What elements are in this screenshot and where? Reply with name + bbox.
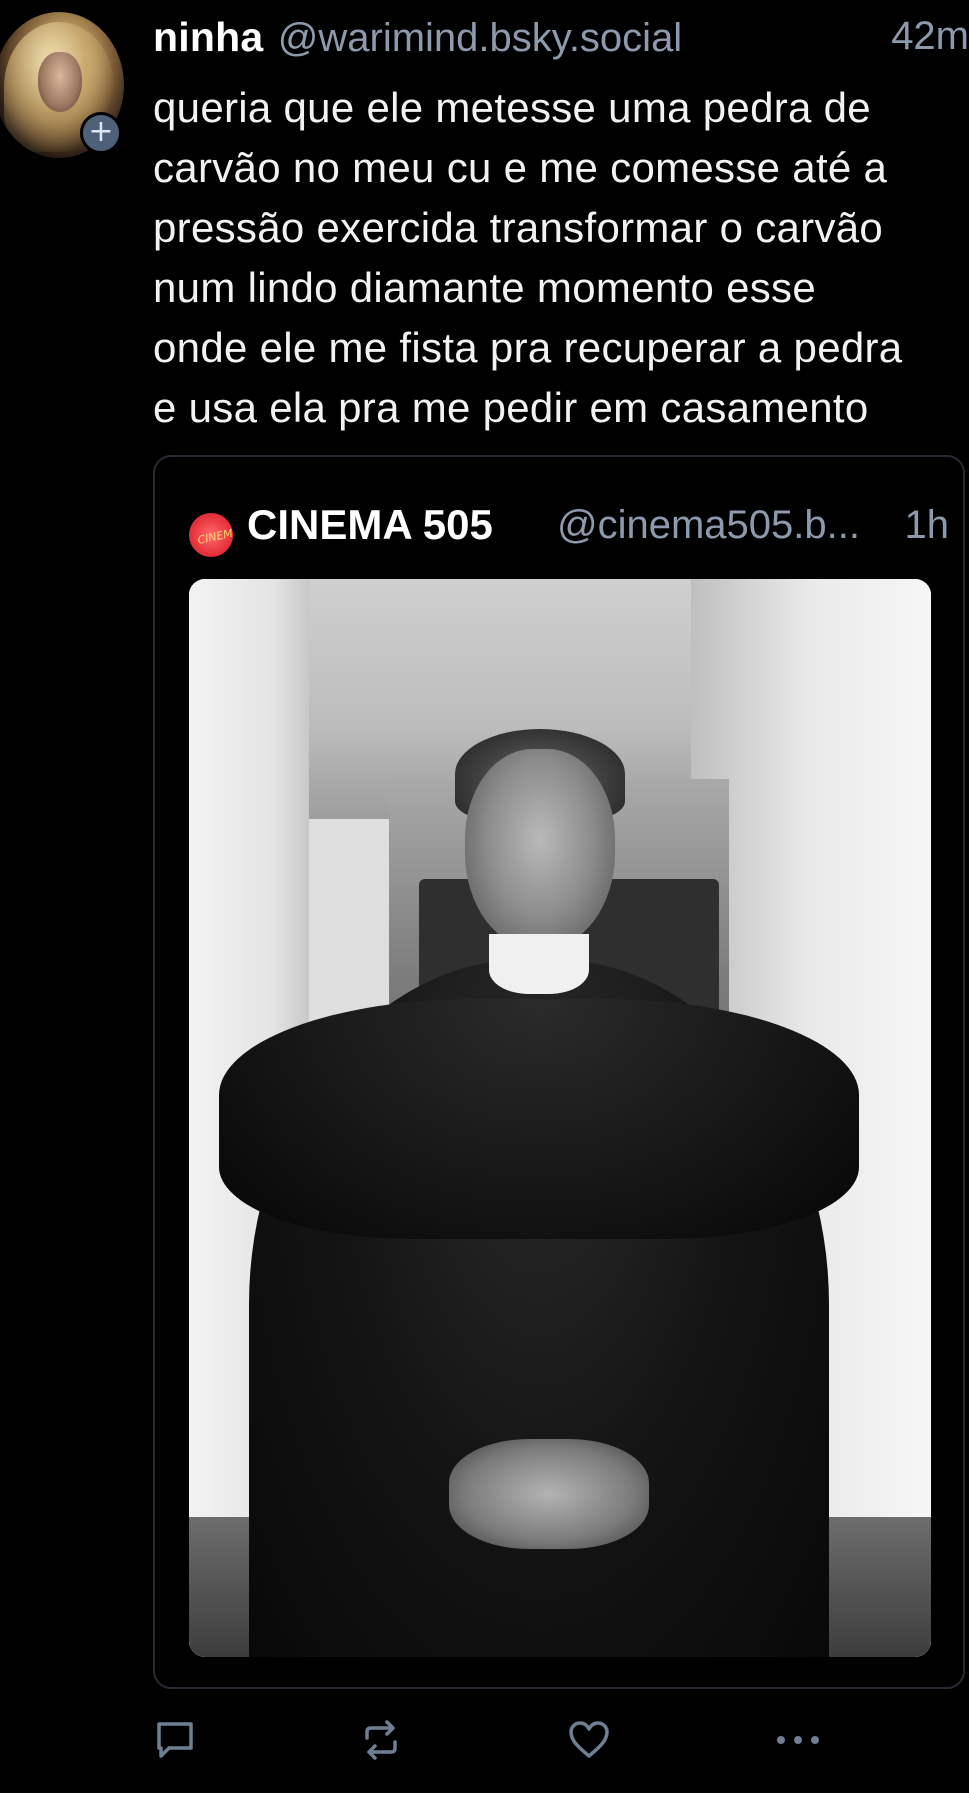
quoted-author-handle[interactable]: @cinema505.b...: [557, 503, 860, 548]
post-actions-bar: [153, 1712, 969, 1768]
reply-button[interactable]: [153, 1712, 197, 1768]
post-text: queria que ele metesse uma pedra de carv…: [153, 84, 903, 431]
author-display-name[interactable]: ninha: [153, 14, 263, 60]
photo-face: [465, 749, 615, 949]
more-options-button[interactable]: [773, 1712, 823, 1768]
quoted-post-image[interactable]: [189, 579, 931, 1657]
follow-plus-icon[interactable]: +: [80, 112, 122, 154]
author-avatar[interactable]: +: [0, 8, 124, 158]
more-icon: [777, 1736, 819, 1744]
quoted-author-name[interactable]: CINEMA 505: [247, 501, 493, 549]
avatar-face: [38, 52, 82, 112]
post-timestamp[interactable]: 42m: [891, 14, 969, 59]
photo-cape: [219, 999, 859, 1239]
quoted-avatar-logo: CINEMA 505: [196, 520, 233, 547]
quoted-post-header: CINEMA 505 CINEMA 505 @cinema505.b... 1h: [189, 497, 949, 557]
quoted-author-avatar[interactable]: CINEMA 505: [189, 513, 233, 557]
comment-icon: [157, 1722, 193, 1758]
quoted-post-card[interactable]: CINEMA 505 CINEMA 505 @cinema505.b... 1h: [153, 455, 965, 1689]
photo-collar: [489, 934, 589, 994]
like-button[interactable]: [567, 1712, 611, 1768]
repost-button[interactable]: [359, 1712, 403, 1768]
post-header: ninha @warimind.bsky.social 42m: [153, 14, 969, 70]
quoted-post-timestamp[interactable]: 1h: [905, 503, 950, 548]
repost-icon: [365, 1720, 397, 1760]
photo-hands: [449, 1439, 649, 1549]
author-handle[interactable]: @warimind.bsky.social: [278, 16, 682, 60]
heart-icon: [569, 1721, 609, 1758]
